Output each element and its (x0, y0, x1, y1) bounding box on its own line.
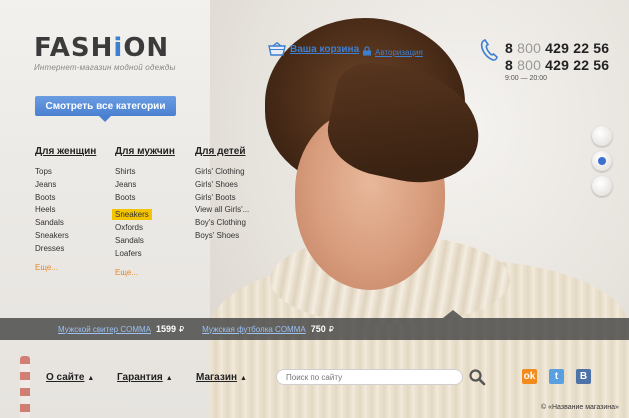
category-item[interactable]: View all Girls'... (195, 204, 285, 217)
search-icon[interactable] (468, 368, 486, 391)
category-item[interactable]: Sandals (115, 235, 205, 248)
category-item[interactable]: Boots (35, 192, 125, 205)
footer-nav-shop[interactable]: Магазин ▲ (196, 372, 247, 383)
promo-item: Мужской свитер COMMA 1599 ₽ (58, 324, 184, 334)
vk-icon[interactable]: В (576, 369, 591, 384)
slider-dot-1[interactable] (592, 126, 612, 146)
promo-strip: Мужской свитер COMMA 1599 ₽ Мужская футб… (0, 310, 629, 340)
all-categories-button[interactable]: Смотреть все категории (35, 96, 176, 122)
auth-label[interactable]: Авторизация (375, 48, 423, 57)
category-item-highlighted[interactable]: Sneakers (112, 209, 152, 221)
logo-wordmark: FASHiON (34, 33, 170, 63)
phone-number-2[interactable]: 8 800 429 22 56 (505, 57, 609, 74)
footer-nav-label: Гарантия (117, 372, 163, 383)
odnoklassniki-icon[interactable]: ok (522, 369, 537, 384)
category-item[interactable]: Loafers (115, 248, 205, 261)
category-item[interactable]: Boots (115, 192, 205, 205)
category-item[interactable]: Sneakers (35, 230, 125, 243)
category-column-men: Для мужчин Shirts Jeans Boots Sneakers O… (112, 146, 205, 277)
category-item[interactable]: Boy's Clothing (195, 217, 285, 230)
phone-block: 8 800 429 22 56 8 800 429 22 56 9:00 — 2… (505, 40, 609, 82)
twitter-icon[interactable]: t (549, 369, 564, 384)
category-title-women[interactable]: Для женщин (35, 146, 125, 157)
category-item[interactable]: Dresses (35, 243, 125, 256)
strip-notch (443, 310, 463, 318)
category-item[interactable]: Jeans (115, 179, 205, 192)
category-item[interactable]: Jeans (35, 179, 125, 192)
category-item[interactable]: Shirts (115, 166, 205, 179)
footer-nav-about[interactable]: О сайте ▲ (46, 372, 94, 383)
cart-link[interactable]: Ваша корзина (268, 42, 359, 56)
category-item[interactable]: Girls' Shoes (195, 179, 285, 192)
more-link-men[interactable]: Еще... (115, 268, 205, 277)
caret-up-icon: ▲ (165, 375, 173, 382)
footer-nav-label: О сайте (46, 372, 85, 383)
lock-icon (362, 43, 372, 61)
logo-tagline: Интернет-магазин модной одежды (34, 63, 176, 72)
promo-name[interactable]: Мужская футболка COMMA (202, 325, 306, 334)
phone-number-1[interactable]: 8 800 429 22 56 (505, 40, 609, 57)
category-item[interactable]: Oxfords (115, 222, 205, 235)
caret-up-icon: ▲ (87, 375, 95, 382)
lighthouse-decoration (20, 356, 30, 418)
ruble-icon: ₽ (328, 324, 334, 334)
cart-label[interactable]: Ваша корзина (290, 44, 359, 55)
ruble-icon: ₽ (179, 324, 185, 334)
promo-item: Мужская футболка COMMA 750 ₽ (202, 324, 334, 334)
slider-dot-2[interactable] (592, 151, 612, 171)
category-column-kids: Для детей Girls' Clothing Girls' Shoes G… (195, 146, 285, 243)
slider-dot-3[interactable] (592, 176, 612, 196)
footer-nav-label: Магазин (196, 372, 238, 383)
search-input[interactable] (276, 369, 463, 385)
copyright: © «Название магазина» (541, 404, 619, 411)
auth-link[interactable]: Авторизация (362, 43, 423, 61)
category-title-kids[interactable]: Для детей (195, 146, 285, 157)
more-link-women[interactable]: Еще... (35, 263, 125, 272)
working-hours: 9:00 — 20:00 (505, 75, 548, 82)
caret-up-icon: ▲ (240, 375, 247, 382)
category-item[interactable]: Girls' Clothing (195, 166, 285, 179)
category-item[interactable]: Boys' Shoes (195, 230, 285, 243)
promo-price: 750 (310, 324, 326, 334)
footer-nav-guarantee[interactable]: Гарантия ▲ (117, 372, 173, 383)
basket-icon (268, 42, 286, 56)
category-item[interactable]: Tops (35, 166, 125, 179)
promo-price: 1599 (156, 324, 177, 334)
promo-name[interactable]: Мужской свитер COMMA (58, 325, 151, 334)
phone-icon (479, 38, 499, 67)
category-title-men[interactable]: Для мужчин (115, 146, 205, 157)
category-item[interactable]: Girls' Boots (195, 192, 285, 205)
site-logo[interactable]: FASHiON Интернет-магазин модной одежды (34, 33, 176, 72)
